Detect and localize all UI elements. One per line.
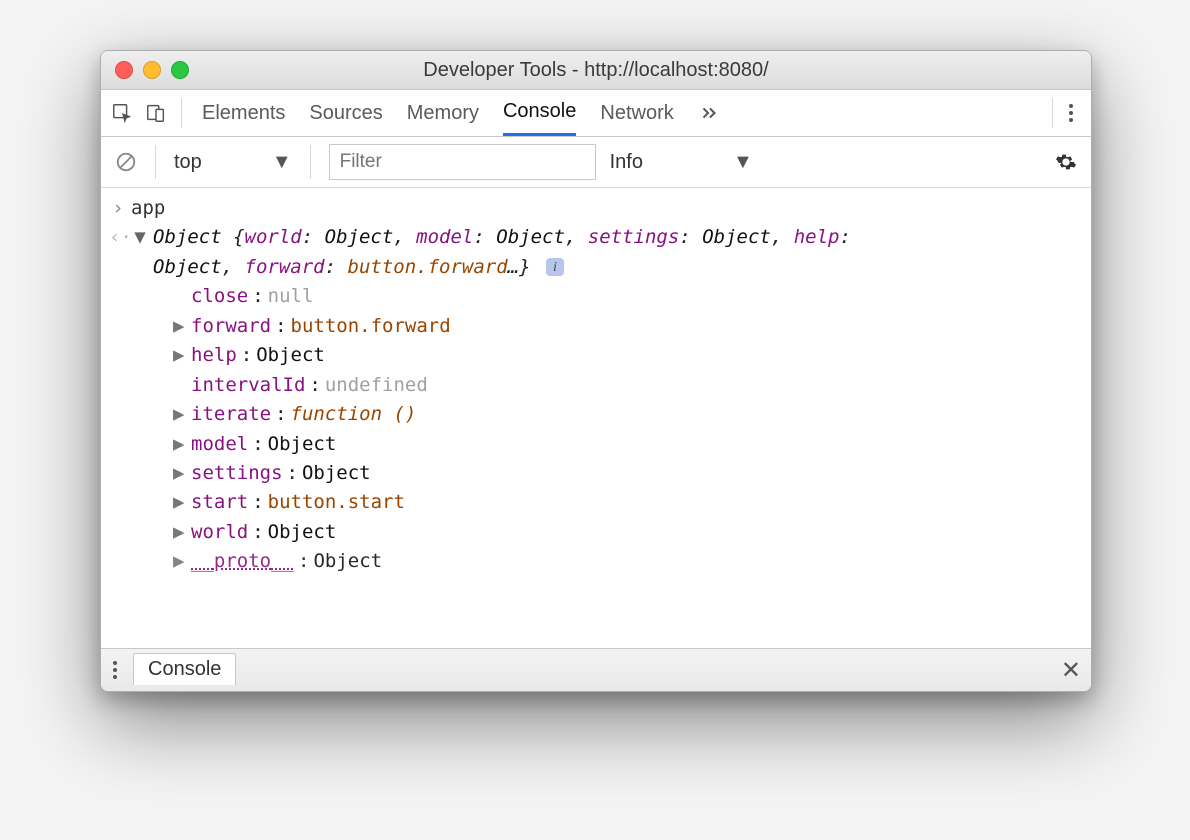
tab-console[interactable]: Console: [503, 90, 576, 136]
tree-row[interactable]: ▶world: Object: [173, 518, 1091, 547]
console-filterbar: top ▼ Info ▼: [101, 137, 1091, 188]
maximize-window-button[interactable]: [171, 61, 189, 79]
close-window-button[interactable]: [115, 61, 133, 79]
tabs-overflow[interactable]: [698, 90, 720, 136]
clear-console-icon[interactable]: [115, 151, 137, 173]
filter-input[interactable]: [329, 144, 596, 180]
window-controls: [115, 51, 189, 89]
return-icon: ‹·: [109, 223, 127, 252]
console-settings-icon[interactable]: [1055, 151, 1077, 173]
tab-network[interactable]: Network: [600, 90, 673, 136]
expand-toggle[interactable]: ▼: [131, 223, 149, 252]
loglevel-selector[interactable]: Info ▼: [610, 151, 753, 174]
kebab-menu-icon[interactable]: [1067, 102, 1075, 124]
tree-row[interactable]: ▶start: button.start: [173, 488, 1091, 517]
chevron-down-icon: ▼: [272, 151, 292, 174]
tab-sources[interactable]: Sources: [309, 90, 382, 136]
minimize-window-button[interactable]: [143, 61, 161, 79]
loglevel-value: Info: [610, 151, 643, 174]
tree-row[interactable]: ▶forward: button.forward: [173, 312, 1091, 341]
drawer-menu-icon[interactable]: [111, 659, 119, 681]
prompt-icon: ›: [109, 194, 127, 223]
device-toggle-icon[interactable]: [145, 102, 167, 124]
tab-elements[interactable]: Elements: [202, 90, 285, 136]
chevron-down-icon: ▼: [733, 151, 753, 174]
tree-row[interactable]: ▶iterate: function (): [173, 400, 1091, 429]
tree-row[interactable]: ▶model: Object: [173, 430, 1091, 459]
tree-row[interactable]: intervalId: undefined: [173, 371, 1091, 400]
devtools-tabbar: Elements Sources Memory Console Network: [101, 90, 1091, 137]
window-title: Developer Tools - http://localhost:8080/: [423, 59, 768, 82]
object-summary[interactable]: Object {world: Object, model: Object, se…: [153, 223, 1091, 282]
drawer-bar: Console ✕: [101, 648, 1091, 691]
tree-row[interactable]: close: null: [173, 282, 1091, 311]
object-tree: close: null ▶forward: button.forward ▶he…: [109, 282, 1091, 576]
tree-row[interactable]: ▶settings: Object: [173, 459, 1091, 488]
console-input-echo: app: [131, 194, 165, 223]
inspect-element-icon[interactable]: [111, 102, 133, 124]
tree-row[interactable]: ▶help: Object: [173, 341, 1091, 370]
tab-memory[interactable]: Memory: [407, 90, 479, 136]
titlebar: Developer Tools - http://localhost:8080/: [101, 51, 1091, 90]
tree-row[interactable]: ▶__proto__: Object: [173, 547, 1091, 576]
close-drawer-icon[interactable]: ✕: [1061, 656, 1081, 685]
context-selector-value: top: [174, 151, 202, 174]
console-output: › app ‹· ▼ Object {world: Object, model:…: [101, 188, 1091, 648]
info-icon[interactable]: i: [546, 258, 564, 276]
drawer-tab-console[interactable]: Console: [133, 653, 236, 685]
context-selector[interactable]: top ▼: [174, 151, 292, 174]
devtools-window: Developer Tools - http://localhost:8080/…: [100, 50, 1092, 692]
